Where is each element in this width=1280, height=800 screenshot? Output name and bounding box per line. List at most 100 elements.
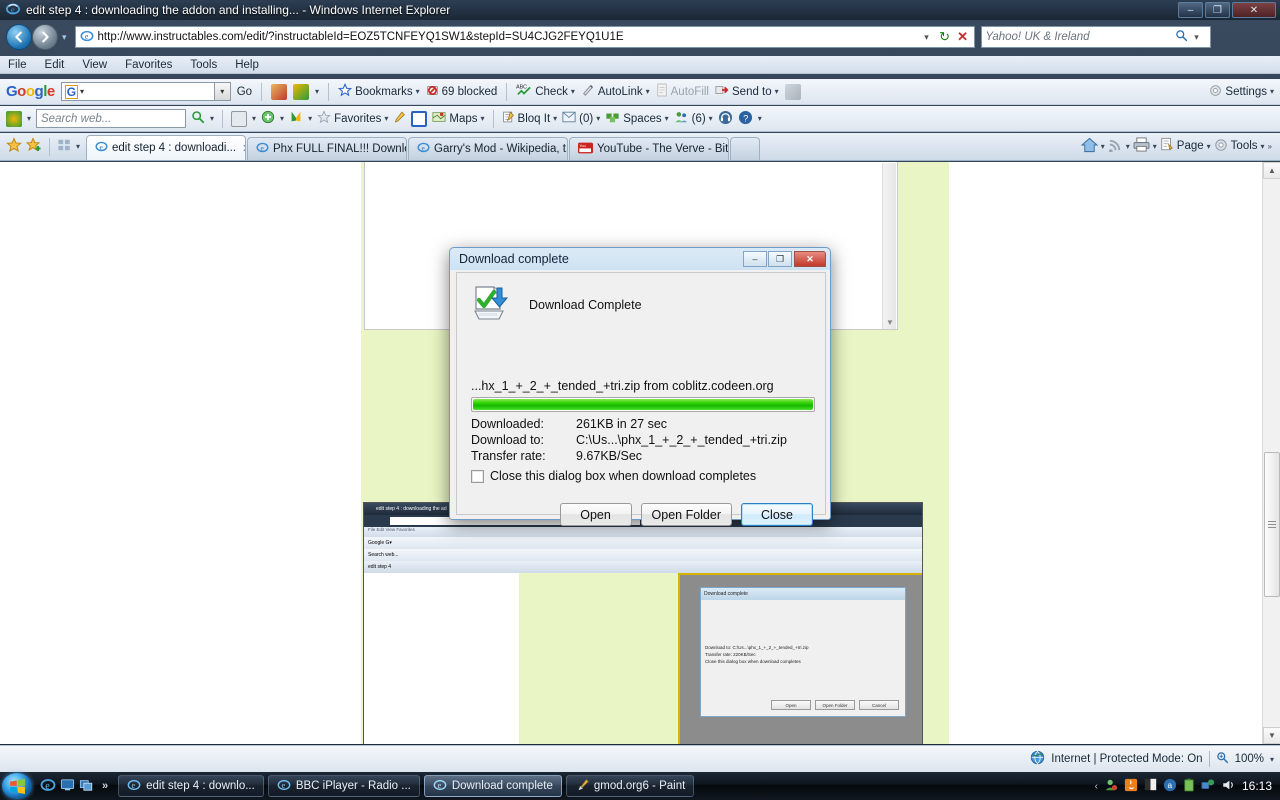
tab-youtube-the-verve[interactable]: You YouTube - The Verve - Bitt... xyxy=(569,137,730,160)
google-input-caret-icon[interactable]: ▾ xyxy=(80,87,84,96)
page-menu-button[interactable]: Page ▾ xyxy=(1160,137,1211,155)
google-share-icon[interactable] xyxy=(293,83,310,100)
zoom-level-label[interactable]: 100% xyxy=(1235,753,1264,765)
tray-expand-icon[interactable]: ‹ xyxy=(1095,781,1098,792)
chevron-down-icon[interactable]: ▾ xyxy=(1153,142,1157,151)
tray-user-icon[interactable] xyxy=(1104,778,1118,795)
menu-item-view[interactable]: View xyxy=(82,59,107,71)
open-folder-button[interactable]: Open Folder xyxy=(640,503,732,526)
taskbar-item-bbc-iplayer[interactable]: e BBC iPlayer - Radio ... xyxy=(267,775,420,797)
stop-icon[interactable]: ✕ xyxy=(954,27,972,47)
menu-item-help[interactable]: Help xyxy=(235,59,259,71)
chevron-down-icon[interactable]: ▾ xyxy=(758,114,762,123)
taskbar-item-edit-step-4[interactable]: e edit step 4 : downlo... xyxy=(118,775,264,797)
dialog-maximize-button[interactable]: ❐ xyxy=(768,251,792,267)
highlighter-icon[interactable] xyxy=(393,110,406,127)
chevron-down-icon[interactable]: ▾ xyxy=(1261,142,1265,151)
back-button[interactable] xyxy=(6,24,32,50)
mail-button[interactable]: (0) ▾ xyxy=(562,111,600,126)
start-button[interactable] xyxy=(2,773,32,799)
close-dialog-button[interactable]: Close xyxy=(741,503,813,526)
tray-battery-icon[interactable] xyxy=(1183,778,1195,795)
forward-button[interactable] xyxy=(32,24,58,50)
add-button-icon[interactable] xyxy=(261,110,275,127)
chevron-down-icon[interactable]: ▾ xyxy=(481,114,485,123)
scrollbar-thumb[interactable] xyxy=(1264,452,1280,597)
chevron-down-icon[interactable]: ▼ xyxy=(886,318,894,327)
blocked-popups-button[interactable]: 69 blocked xyxy=(426,84,497,100)
google-search-input[interactable]: G ▾ ▾ xyxy=(60,82,231,101)
close-when-complete-checkbox-row[interactable]: Close this dialog box when download comp… xyxy=(471,469,756,483)
tray-java-icon[interactable] xyxy=(1124,778,1138,795)
tab-garrys-mod-wikipedia[interactable]: e Garry's Mod - Wikipedia, t... xyxy=(408,137,569,160)
dialog-minimize-button[interactable]: – xyxy=(743,251,767,267)
recent-pages-button[interactable]: ▾ xyxy=(62,32,67,43)
notepad-icon[interactable] xyxy=(411,110,428,127)
chevron-down-icon[interactable]: ▾ xyxy=(1270,87,1274,96)
google-share-caret-icon[interactable]: ▾ xyxy=(315,87,319,96)
chevron-down-icon[interactable]: ▾ xyxy=(1207,142,1211,151)
tab-edit-step-4[interactable]: e edit step 4 : downloadi... ✕ xyxy=(86,135,247,160)
close-when-complete-checkbox[interactable] xyxy=(471,469,484,483)
live-search-input[interactable]: Search web... xyxy=(36,109,187,128)
chevron-down-icon[interactable]: ▾ xyxy=(384,114,388,123)
chevron-down-icon[interactable]: ▾ xyxy=(646,87,650,96)
chevron-down-icon[interactable]: ▾ xyxy=(280,114,284,123)
switch-icon[interactable] xyxy=(79,778,94,795)
live-search-icon[interactable] xyxy=(191,110,205,127)
maximize-button[interactable]: ❐ xyxy=(1205,2,1230,18)
chevron-down-icon[interactable]: ▾ xyxy=(709,114,713,123)
autolink-button[interactable]: AutoLink ▾ xyxy=(581,83,650,100)
maps-button[interactable]: Maps ▾ xyxy=(432,110,485,127)
menu-item-tools[interactable]: Tools xyxy=(190,59,217,71)
chevron-down-icon[interactable]: ▾ xyxy=(416,87,420,96)
desktop-icon[interactable] xyxy=(60,778,75,795)
help-icon[interactable]: ? xyxy=(738,110,753,128)
highlight-pen-icon[interactable] xyxy=(784,83,801,100)
live-search-caret-icon[interactable]: ▾ xyxy=(210,114,214,123)
taskbar-clock[interactable]: 16:13 xyxy=(1242,779,1272,793)
windows-live-icon[interactable] xyxy=(6,110,22,127)
address-input[interactable]: e http://www.instructables.com/edit/?ins… xyxy=(74,26,975,48)
new-tab-button[interactable] xyxy=(730,137,761,160)
tray-antivirus-icon[interactable]: a xyxy=(1163,778,1177,795)
tab-phx-full-final[interactable]: e Phx FULL FINAL!!! Downlo... xyxy=(247,137,408,160)
download-complete-dialog[interactable]: Download complete – ❐ ✕ Download Complet… xyxy=(449,247,831,526)
minimize-button[interactable]: – xyxy=(1178,2,1203,18)
taskbar-item-download-complete[interactable]: e Download complete xyxy=(423,775,562,797)
quick-tabs-icon[interactable] xyxy=(57,138,72,155)
close-icon[interactable]: ✕ xyxy=(242,142,245,155)
step-screenshot-image[interactable]: edit step 4 : downloading the ad File Ed… xyxy=(363,502,923,744)
menu-item-edit[interactable]: Edit xyxy=(45,59,65,71)
headphones-icon[interactable] xyxy=(718,110,733,128)
send-to-button[interactable]: Send to ▾ xyxy=(715,83,779,100)
favorites-center-icon[interactable] xyxy=(6,137,22,156)
google-history-dropdown[interactable]: ▾ xyxy=(213,83,230,100)
ie-icon[interactable]: e xyxy=(40,777,56,796)
messenger-icon[interactable] xyxy=(289,110,303,127)
autofill-button[interactable]: AutoFill xyxy=(656,83,709,100)
favorites-toolbar-button[interactable]: Favorites ▾ xyxy=(317,110,388,127)
menu-item-file[interactable]: File xyxy=(8,59,27,71)
toolbar-overflow-icon[interactable]: » xyxy=(1268,142,1272,151)
chevron-down-icon[interactable]: ▾ xyxy=(1126,142,1130,151)
spaces-button[interactable]: Spaces ▾ xyxy=(605,110,669,127)
search-icon[interactable] xyxy=(1175,29,1188,45)
scroll-up-button[interactable]: ▲ xyxy=(1263,162,1280,179)
chevron-down-icon[interactable]: ▾ xyxy=(1101,142,1105,151)
open-button[interactable]: Open xyxy=(559,503,632,526)
page-scrollbar[interactable]: ▲ ▼ xyxy=(1262,162,1280,744)
search-input[interactable]: Yahoo! UK & Ireland ▾ xyxy=(980,26,1211,48)
google-settings-button[interactable]: Settings ▾ xyxy=(1209,84,1274,100)
tray-unknown-icon[interactable] xyxy=(1144,778,1157,794)
close-button[interactable]: ✕ xyxy=(1232,2,1276,18)
refresh-icon[interactable]: ↻ xyxy=(936,27,954,47)
tray-volume-icon[interactable] xyxy=(1221,778,1236,795)
bookmarks-button[interactable]: Bookmarks ▾ xyxy=(337,82,420,100)
google-go-button[interactable]: Go xyxy=(237,86,252,98)
tools-menu-button[interactable]: Tools ▾ xyxy=(1214,138,1265,155)
chevron-down-icon[interactable]: ▾ xyxy=(553,114,557,123)
zoom-icon[interactable] xyxy=(1216,751,1229,767)
card-scrollbar[interactable]: ▼ xyxy=(882,163,896,329)
chevron-down-icon[interactable]: ▾ xyxy=(775,87,779,96)
